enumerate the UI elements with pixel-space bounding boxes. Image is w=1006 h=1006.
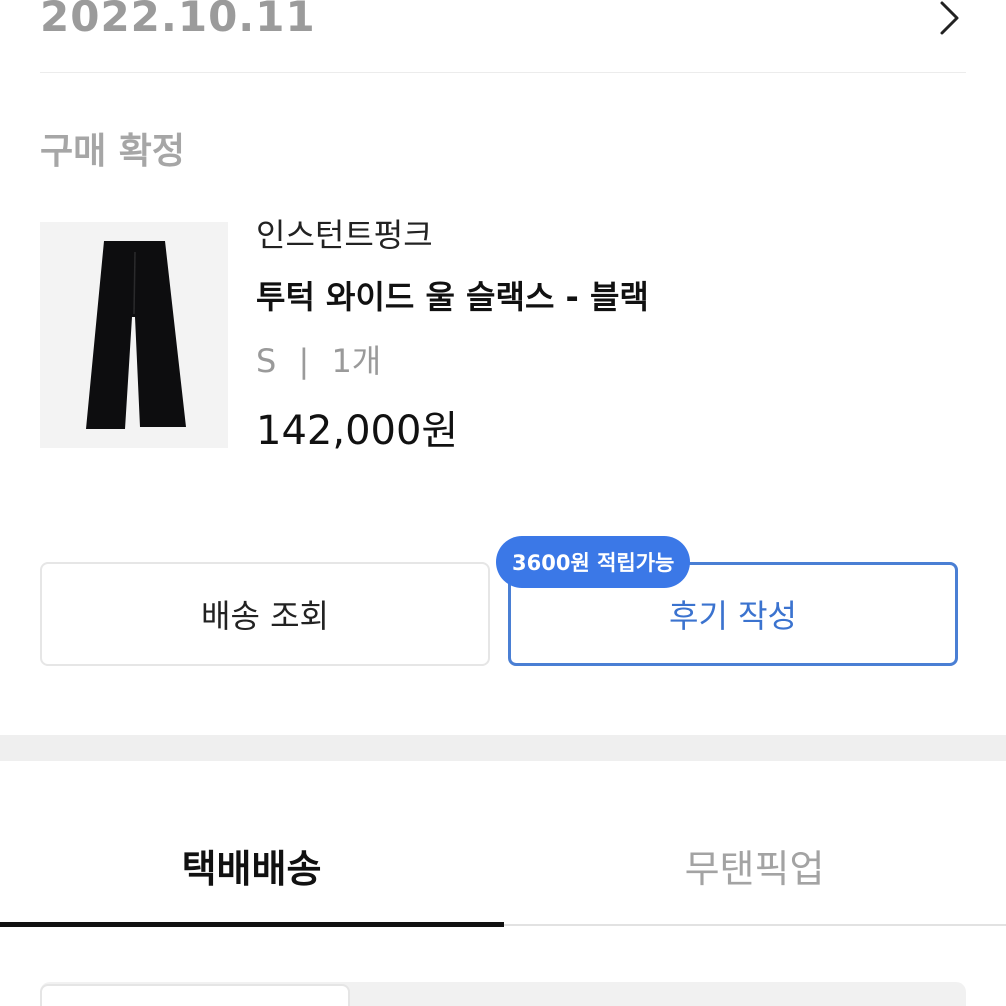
write-review-label: 후기 작성 xyxy=(669,597,797,635)
brand-name[interactable]: 인스턴트펑크 xyxy=(256,210,433,256)
track-delivery-label: 배송 조회 xyxy=(201,597,329,635)
order-status: 구매 확정 xyxy=(40,131,186,172)
order-detail-page: 2022.10.11 구매 확정 인스턴트펑크 투턱 와이드 울 슬랙스 - 블… xyxy=(0,0,1006,1006)
order-date: 2022.10.11 xyxy=(40,0,316,41)
option-quantity: 1개 xyxy=(331,342,382,380)
option-separator: | xyxy=(298,342,310,380)
product-price: 142,000원 xyxy=(256,408,459,454)
tab-pickup-label: 무탠픽업 xyxy=(684,847,825,891)
product-image[interactable] xyxy=(40,222,228,448)
tab-delivery-label: 택배배송 xyxy=(181,847,322,891)
track-delivery-button[interactable]: 배송 조회 xyxy=(40,562,490,666)
option-size: S xyxy=(256,342,277,380)
pants-icon xyxy=(86,241,186,429)
delivery-option-card[interactable] xyxy=(40,984,350,1006)
tab-divider-line xyxy=(504,924,1006,926)
product-name[interactable]: 투턱 와이드 울 슬랙스 - 블랙 xyxy=(256,272,649,318)
active-tab-indicator xyxy=(0,922,504,927)
chevron-right-icon[interactable] xyxy=(936,0,966,40)
order-header[interactable]: 2022.10.11 xyxy=(40,0,966,73)
product-option: S | 1개 xyxy=(256,336,381,382)
section-divider xyxy=(0,735,1006,761)
reward-points-badge: 3600원 적립가능 xyxy=(496,536,691,588)
